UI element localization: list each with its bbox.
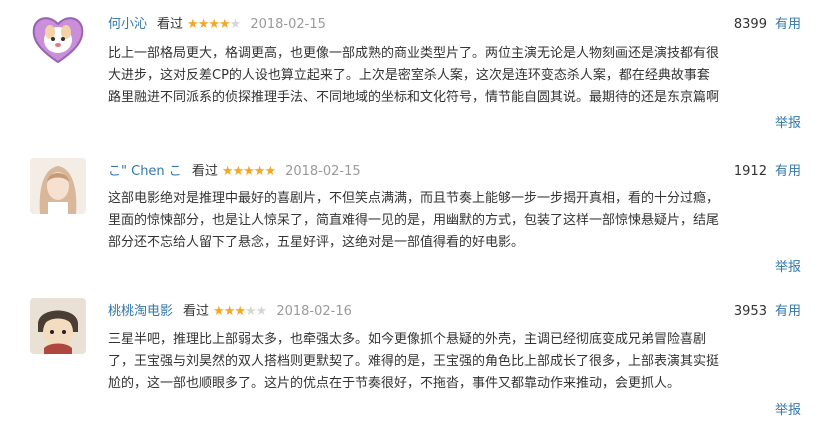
rating-stars: ★★★★★ (187, 17, 242, 32)
star-filled-icon: ★ (243, 164, 255, 179)
star-empty-icon: ★ (245, 304, 257, 319)
username-link[interactable]: こ" Chen こ (108, 164, 182, 179)
avatar-girl-photo-icon (30, 158, 86, 214)
review-line: 大进步，这对反差CP的人设也算立起来了。上次是密室杀人案，这次是连环变态杀人案，… (108, 68, 710, 83)
review-item: 桃桃淘电影 看过 ★★★★★ 2018-02-16 3953 有用 三星半吧，推理比上部… (0, 292, 831, 428)
avatar-anime-boy-icon (30, 298, 86, 354)
review-item: こ" Chen こ看过 ★★★★★ 2018-02-15 1912 有用 这部电影绝对… (0, 150, 831, 285)
star-filled-icon: ★ (197, 17, 210, 32)
review-line: 比上一部格局更大，格调更高，也更像一部成熟的商业类型片了。两位主演无论是人物刻画… (108, 46, 720, 61)
report-link[interactable]: 举报 (775, 256, 801, 275)
review-line: 里面的惊悚部分，也是让人惊呆了，简直难得一见的是，用幽默的方式，包装了这样一部惊… (108, 213, 720, 228)
star-filled-icon: ★ (253, 164, 266, 179)
username-link[interactable]: 桃桃淘电影 (108, 304, 173, 319)
review-line: 部分还不忘给人留下了悬念，五星好评，这绝对是一部值得看的好电影。 (108, 235, 525, 250)
star-filled-icon: ★ (232, 164, 244, 179)
review-line: 三星半吧，推理比上部弱太多，也牵强太多。如今更像抓个悬疑的外壳，主调已经彻底变成… (108, 332, 707, 347)
useful-button[interactable]: 有用 (775, 17, 801, 32)
report-link[interactable]: 举报 (775, 399, 801, 418)
review-text: 这部电影绝对是推理中最好的喜剧片，不但笑点满满，而且节奏上能够一步一步揭开真相，… (108, 188, 798, 254)
review-line: 路里融进不同派系的侦探推理手法、不同地域的坐标和文化符号，情节能自圆其说。最期待… (108, 90, 720, 105)
username-link[interactable]: 何小沁 (108, 17, 147, 32)
watched-label: 看过 (191, 164, 218, 179)
vote-count: 8399 (733, 17, 767, 32)
review-meta: こ" Chen こ看过 ★★★★★ 2018-02-15 (108, 162, 361, 182)
review-text: 三星半吧，推理比上部弱太多，也牵强太多。如今更像抓个悬疑的外壳，主调已经彻底变成… (108, 329, 798, 395)
review-line: 尬的，这一部也顺眼多了。这片的优点在于节奏很好，不拖沓，事件又都靠动作来推动，会… (108, 376, 681, 391)
watched-label: 看过 (183, 304, 210, 319)
avatar[interactable] (30, 298, 86, 354)
review-meta: 桃桃淘电影 看过 ★★★★★ 2018-02-16 (108, 302, 352, 322)
avatar[interactable] (30, 10, 86, 66)
useful-button[interactable]: 有用 (775, 304, 801, 319)
vote-count: 1912 (733, 164, 767, 179)
star-filled-icon: ★ (223, 304, 236, 319)
star-filled-icon: ★ (221, 164, 234, 179)
vote-area: 1912 有用 (734, 162, 801, 182)
star-empty-icon: ★ (255, 304, 268, 319)
vote-area: 8399 有用 (734, 15, 801, 35)
star-filled-icon: ★ (187, 17, 199, 32)
review-date: 2018-02-15 (285, 164, 361, 179)
star-filled-icon: ★ (264, 164, 276, 179)
star-filled-icon: ★ (234, 304, 246, 319)
review-meta: 何小沁 看过 ★★★★★ 2018-02-15 (108, 15, 326, 35)
review-line: 了，王宝强与刘昊然的双人搭档则更默契了。难得的是，王宝强的角色比上部成长了很多，… (108, 354, 720, 369)
rating-stars: ★★★★★ (221, 164, 276, 179)
review-line: 这部电影绝对是推理中最好的喜剧片，不但笑点满满，而且节奏上能够一步一步揭开真相，… (108, 191, 720, 206)
useful-button[interactable]: 有用 (775, 164, 801, 179)
review-date: 2018-02-15 (250, 17, 326, 32)
star-filled-icon: ★ (208, 17, 220, 32)
star-filled-icon: ★ (213, 304, 225, 319)
star-empty-icon: ★ (229, 17, 242, 32)
rating-stars: ★★★★★ (213, 304, 268, 319)
avatar-heart-dog-icon (30, 10, 86, 66)
review-item: 何小沁 看过 ★★★★★ 2018-02-15 8399 有用 比上一部格局更大，格调更… (0, 0, 831, 140)
vote-area: 3953 有用 (734, 302, 801, 322)
review-text: 比上一部格局更大，格调更高，也更像一部成熟的商业类型片了。两位主演无论是人物刻画… (108, 43, 798, 109)
vote-count: 3953 (733, 304, 767, 319)
avatar[interactable] (30, 158, 86, 214)
star-filled-icon: ★ (219, 17, 231, 32)
review-date: 2018-02-16 (276, 304, 352, 319)
report-link[interactable]: 举报 (775, 112, 801, 131)
watched-label: 看过 (157, 17, 184, 32)
